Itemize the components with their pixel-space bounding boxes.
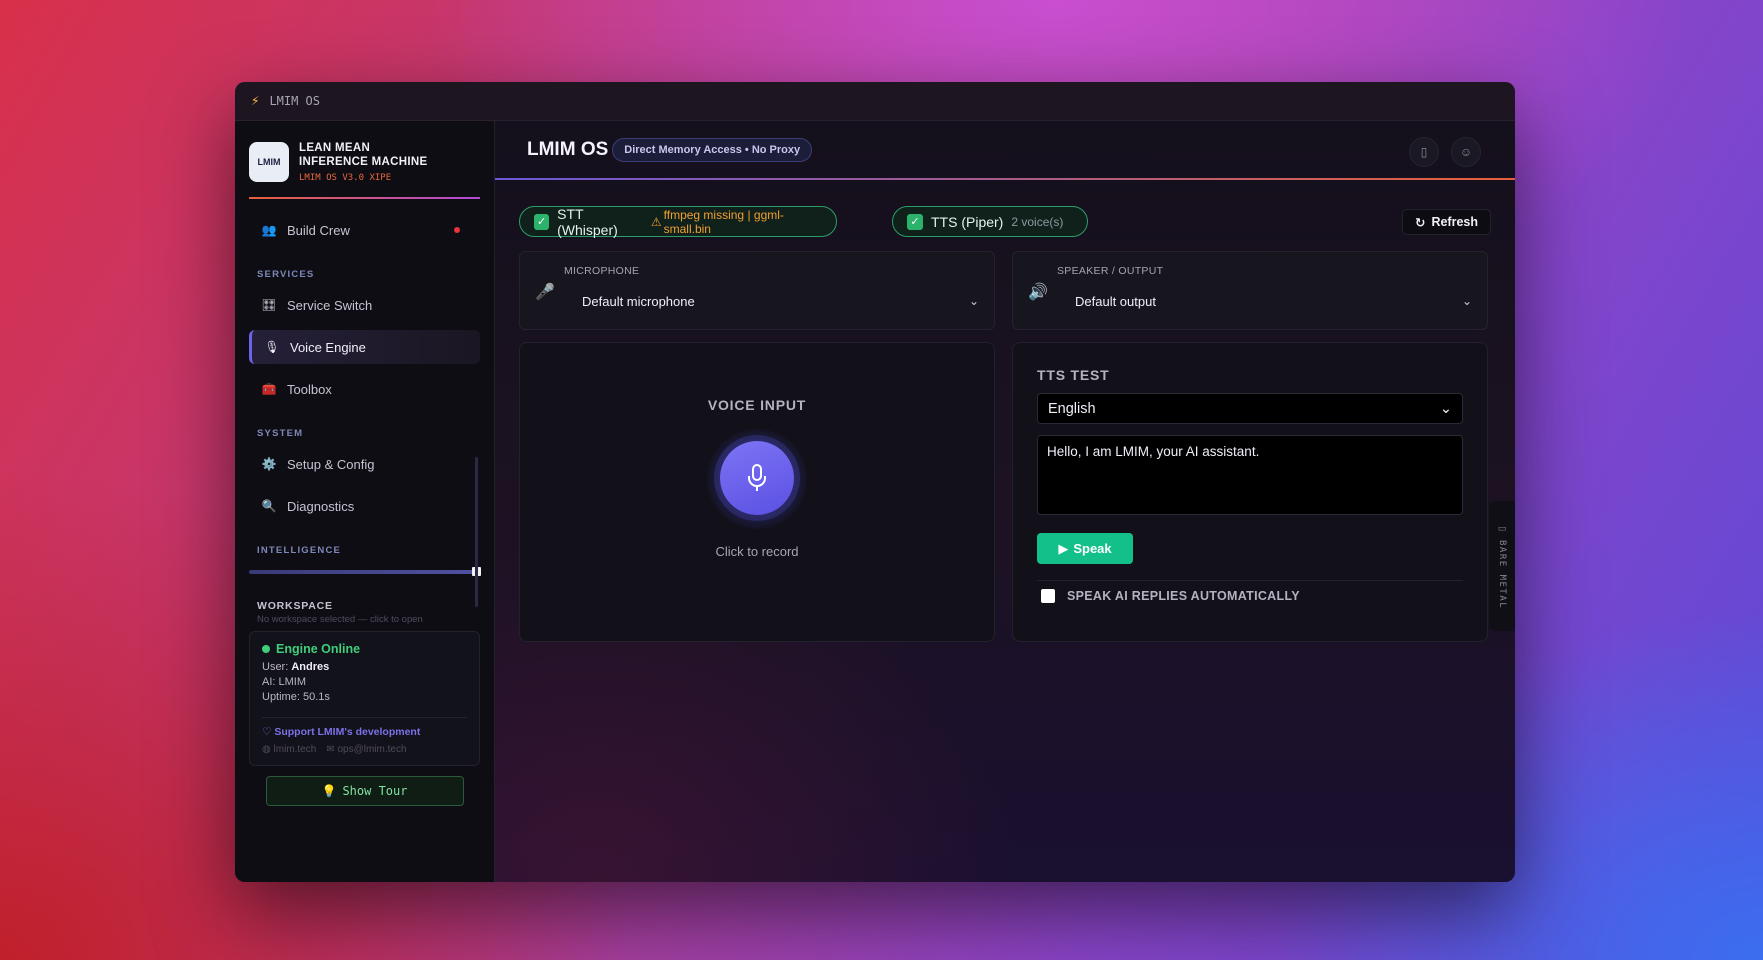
- avatar[interactable]: ☺: [1451, 137, 1481, 167]
- refresh-icon: ↻: [1414, 215, 1426, 230]
- refresh-button[interactable]: ↻ Refresh: [1401, 209, 1491, 235]
- auto-speak-label: SPEAK AI REPLIES AUTOMATICALLY: [1067, 589, 1300, 603]
- brand-line-2: INFERENCE MACHINE: [299, 156, 428, 168]
- speaker-icon: 🔊: [1028, 284, 1048, 301]
- brand-version: LMIM OS V3.0 XIPE: [299, 173, 392, 183]
- record-button[interactable]: [720, 441, 794, 515]
- play-icon: ▶: [1058, 540, 1069, 556]
- engine-user: User: Andres: [262, 661, 330, 673]
- chevron-down-icon: ⌄: [1439, 400, 1452, 417]
- engine-status: Engine Online: [262, 642, 467, 656]
- globe-icon: ◍: [262, 744, 271, 755]
- header-actions: ▯ ☺: [1409, 137, 1481, 167]
- panel-icon: ▭: [1497, 522, 1507, 533]
- stt-status-chip: ✓ STT (Whisper) ⚠ ffmpeg missing | ggml-…: [519, 206, 837, 238]
- check-icon: ✓: [534, 213, 550, 230]
- tts-status-chip: ✓ TTS (Piper) 2 voice(s): [892, 206, 1088, 237]
- stt-warning: ffmpeg missing | ggml-small.bin: [663, 207, 784, 236]
- divider: [1037, 580, 1463, 581]
- support-link[interactable]: ♡ Support LMIM's development: [262, 717, 467, 738]
- tts-text-input[interactable]: Hello, I am LMIM, your AI assistant.: [1037, 435, 1463, 515]
- bare-metal-side-tab[interactable]: ▭ BARE METAL: [1489, 501, 1515, 631]
- show-tour-button[interactable]: 💡 Show Tour: [265, 776, 464, 806]
- people-icon: 👥: [261, 223, 277, 237]
- switch-grid-icon: 🎛: [261, 298, 277, 312]
- sidebar-item-setup-config[interactable]: ⚙️ Setup & Config: [249, 447, 480, 481]
- page-header: LMIM OS Direct Memory Access • No Proxy …: [495, 121, 1515, 180]
- tts-test-title: TTS TEST: [1037, 367, 1110, 383]
- sidebar-item-toolbox[interactable]: 🧰 Toolbox: [249, 372, 480, 406]
- sidebar: LMIM LEAN MEAN INFERENCE MACHINE LMIM OS…: [235, 121, 495, 882]
- workspace-hint[interactable]: No workspace selected — click to open: [249, 614, 480, 625]
- sidebar-item-build-crew[interactable]: 👥 Build Crew: [249, 213, 480, 247]
- mobile-icon[interactable]: ▯: [1409, 137, 1439, 167]
- heart-icon: ♡: [262, 726, 272, 738]
- engine-uptime: Uptime: 50.1s: [262, 691, 330, 703]
- service-status-row: ✓ STT (Whisper) ⚠ ffmpeg missing | ggml-…: [519, 206, 1491, 238]
- engine-status-card: Engine Online User: Andres AI: LMIM Upti…: [249, 631, 480, 766]
- section-label-system: SYSTEM: [257, 428, 304, 439]
- app-window: ⚡ LMIM OS LMIM LEAN MEAN INFERENCE MACHI…: [235, 82, 1515, 882]
- check-icon: ✓: [907, 213, 923, 230]
- window-title: LMIM OS: [269, 94, 321, 108]
- microphone-icon: 🎙: [264, 340, 280, 354]
- voice-input-panel: VOICE INPUT Click to record: [519, 342, 995, 642]
- microphone-card: 🎤 MICROPHONE Default microphone ⌄: [519, 251, 995, 330]
- tts-voice-count: 2 voice(s): [1011, 214, 1064, 229]
- contact-links: ◍ lmim.tech ✉ ops@lmim.tech: [262, 744, 467, 755]
- chevron-down-icon: ⌄: [968, 294, 979, 308]
- microphone-icon: 🎤: [535, 284, 555, 301]
- workspace-label[interactable]: WORKSPACE: [249, 600, 480, 612]
- main-content: LMIM OS Direct Memory Access • No Proxy …: [495, 121, 1515, 882]
- chevron-down-icon: ⌄: [1461, 294, 1472, 308]
- bolt-icon: ⚡: [251, 93, 260, 109]
- auto-speak-row: SPEAK AI REPLIES AUTOMATICALLY: [1041, 589, 1300, 603]
- gear-icon: ⚙️: [261, 457, 277, 471]
- record-hint: Click to record: [715, 544, 799, 559]
- microphone-select[interactable]: Default microphone ⌄: [582, 290, 979, 312]
- voice-input-title: VOICE INPUT: [707, 397, 807, 413]
- email-link[interactable]: ✉ ops@lmim.tech: [326, 744, 406, 755]
- brand-block: LMIM LEAN MEAN INFERENCE MACHINE LMIM OS…: [249, 121, 480, 199]
- notification-dot: [454, 227, 460, 233]
- section-label-intelligence: INTELLIGENCE: [257, 545, 342, 556]
- lightbulb-icon: 💡: [321, 784, 337, 798]
- brand-logo: LMIM: [249, 142, 289, 182]
- site-link[interactable]: ◍ lmim.tech: [262, 744, 316, 755]
- sidebar-vertical-scrollbar[interactable]: [475, 457, 478, 607]
- title-bar: ⚡ LMIM OS: [235, 82, 1515, 121]
- warning-icon: ⚠: [650, 214, 662, 229]
- mail-icon: ✉: [326, 744, 335, 755]
- speaker-select[interactable]: Default output ⌄: [1075, 290, 1472, 312]
- tts-test-panel: TTS TEST English ⌄ Hello, I am LMIM, you…: [1012, 342, 1488, 642]
- engine-ai: AI: LMIM: [262, 676, 307, 688]
- sidebar-item-diagnostics[interactable]: 🔍 Diagnostics: [249, 489, 480, 523]
- section-label-services: SERVICES: [257, 269, 315, 280]
- microphone-icon: [748, 464, 766, 491]
- auto-speak-checkbox[interactable]: [1041, 589, 1055, 603]
- magnifier-icon: 🔍: [261, 499, 277, 513]
- speaker-card: 🔊 SPEAKER / OUTPUT Default output ⌄: [1012, 251, 1488, 330]
- toolbox-icon: 🧰: [261, 382, 277, 396]
- microphone-label: MICROPHONE: [564, 265, 640, 277]
- sidebar-horizontal-scrollbar[interactable]: [249, 567, 481, 576]
- sidebar-item-voice-engine[interactable]: 🎙 Voice Engine: [249, 330, 480, 364]
- speaker-label: SPEAKER / OUTPUT: [1057, 265, 1164, 277]
- page-title: LMIM OS: [527, 138, 609, 160]
- sidebar-item-service-switch[interactable]: 🎛 Service Switch: [249, 288, 480, 322]
- language-select[interactable]: English ⌄: [1037, 393, 1463, 424]
- status-dot-icon: [262, 645, 270, 653]
- speak-button[interactable]: ▶ Speak: [1037, 533, 1133, 564]
- access-mode-badge: Direct Memory Access • No Proxy: [612, 137, 813, 162]
- brand-line-1: LEAN MEAN: [299, 142, 371, 154]
